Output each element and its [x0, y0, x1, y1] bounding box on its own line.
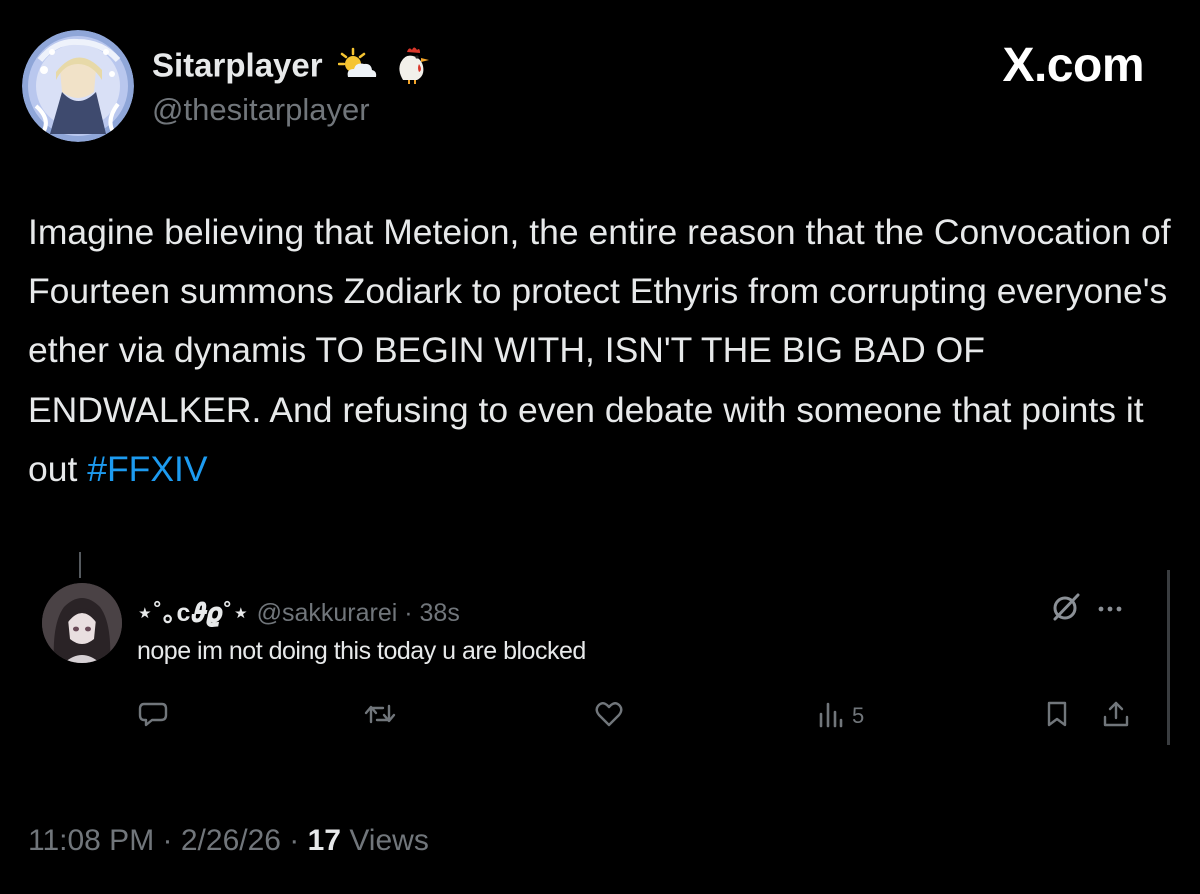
author-avatar[interactable]	[22, 30, 134, 142]
bookmark-action-button[interactable]	[1046, 701, 1068, 731]
tweet-text: Imagine believing that Meteion, the enti…	[28, 203, 1178, 499]
reply-separator: ·	[397, 599, 420, 627]
grok-icon[interactable]	[1050, 591, 1082, 628]
reply-top-actions	[1050, 592, 1122, 626]
analytics-icon	[818, 700, 844, 733]
reply-views-count: 5	[852, 703, 865, 728]
reply-action-button[interactable]	[138, 701, 168, 731]
repost-icon	[363, 700, 397, 733]
reply-icon	[138, 700, 168, 733]
bookmark-icon	[1046, 700, 1068, 733]
author-name-text: Sitarplayer	[152, 46, 323, 84]
reply-header: ⋆˚｡c𝝑𝝔˚⋆ @sakkurarei · 38s	[137, 593, 460, 629]
tweet-metadata: 11:08 PM · 2/26/26 · 17 Views	[28, 824, 429, 858]
tweet-body: Imagine believing that Meteion, the enti…	[28, 212, 1171, 489]
footer-separator: ·	[154, 824, 181, 857]
repost-action-button[interactable]	[363, 701, 397, 731]
author-display-name[interactable]: Sitarplayer	[152, 44, 433, 92]
share-icon	[1102, 700, 1130, 733]
footer-separator: ·	[280, 824, 308, 857]
share-action-button[interactable]	[1102, 701, 1130, 731]
x-com-logo: X.com	[1002, 39, 1144, 92]
sun-behind-cloud-icon	[337, 47, 378, 89]
views-count: 17	[307, 824, 341, 857]
heart-icon	[594, 700, 624, 733]
author-handle[interactable]: @thesitarplayer	[152, 92, 370, 128]
thread-connector-line	[79, 552, 81, 578]
embed-divider	[1167, 570, 1170, 745]
reply-handle[interactable]: @sakkurarei	[257, 599, 398, 627]
views-label: Views	[341, 824, 429, 857]
hashtag-link[interactable]: #FFXIV	[87, 449, 207, 489]
reply-text: nope im not doing this today u are block…	[137, 637, 586, 665]
more-options-icon[interactable]	[1098, 600, 1122, 618]
views-action-button[interactable]: 5	[818, 701, 864, 731]
reply-time[interactable]: 38s	[420, 599, 460, 627]
reply-display-name[interactable]: ⋆˚｡c𝝑𝝔˚⋆	[137, 599, 250, 627]
tweet-date[interactable]: 2/26/26	[181, 824, 281, 857]
rooster-icon	[393, 44, 433, 92]
reply-avatar[interactable]	[42, 583, 122, 663]
like-action-button[interactable]	[594, 701, 624, 731]
tweet-time[interactable]: 11:08 PM	[28, 824, 154, 857]
